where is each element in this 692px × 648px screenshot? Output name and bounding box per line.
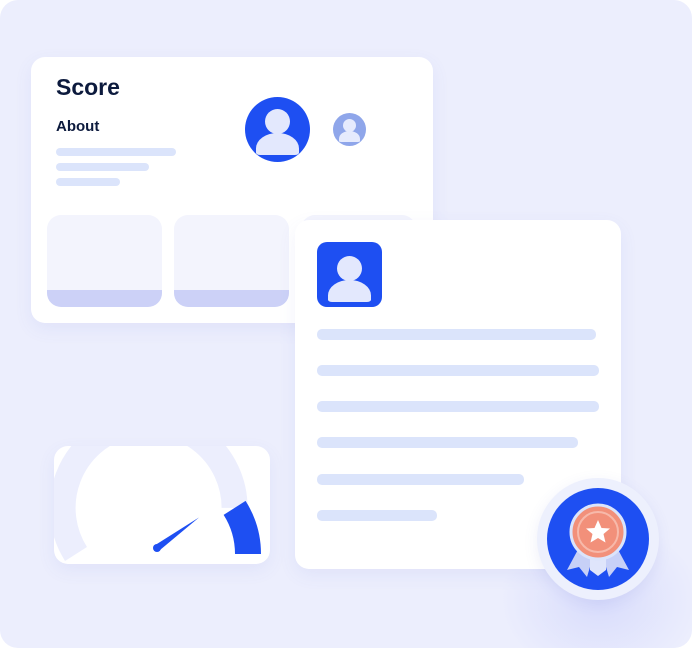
score-tile — [174, 215, 289, 307]
profile-text-placeholder — [317, 437, 578, 448]
speedometer-icon — [54, 446, 261, 561]
award-badge — [537, 478, 659, 600]
profile-text-placeholder — [317, 329, 596, 340]
about-text-placeholder — [56, 178, 120, 186]
user-avatar-icon — [317, 242, 382, 307]
profile-text-placeholder — [317, 365, 599, 376]
profile-text-placeholder — [317, 510, 437, 521]
about-text-placeholder — [56, 148, 176, 156]
about-label: About — [56, 118, 100, 135]
award-medal-icon — [547, 488, 649, 590]
user-avatar-icon — [245, 97, 310, 162]
score-title: Score — [56, 74, 120, 100]
score-tile — [47, 215, 162, 307]
illustration-canvas: Score About — [0, 0, 692, 648]
about-text-placeholder — [56, 163, 149, 171]
profile-text-placeholder — [317, 474, 524, 485]
user-avatar-icon — [333, 113, 366, 146]
gauge-card — [54, 446, 270, 564]
profile-text-placeholder — [317, 401, 599, 412]
